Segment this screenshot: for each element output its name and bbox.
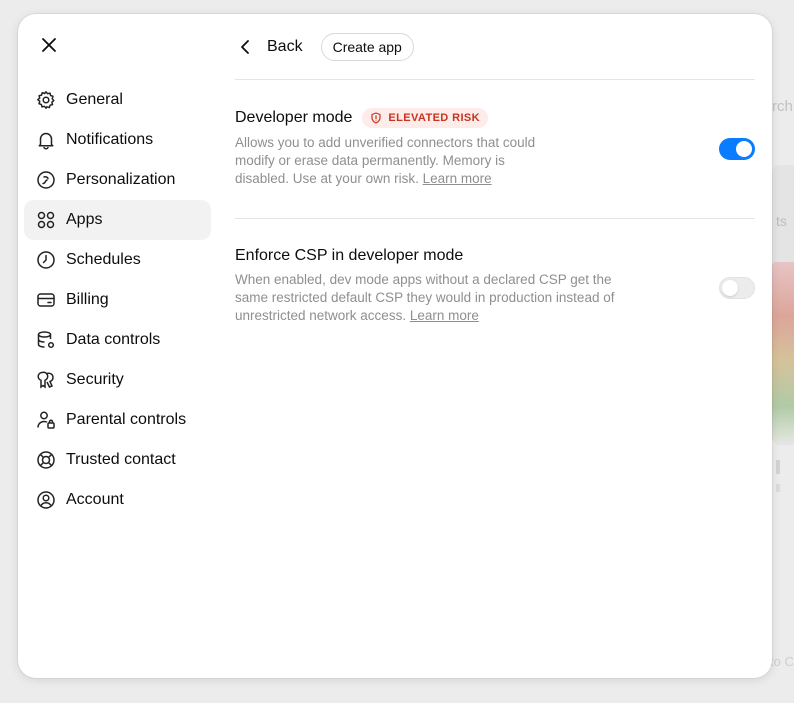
person-lock-icon [36, 410, 56, 430]
badge-label: ELEVATED RISK [388, 112, 480, 124]
sidebar-item-notifications[interactable]: Notifications [24, 120, 211, 160]
background-footer-fragment: to C [770, 654, 794, 669]
sidebar-item-label: Data controls [66, 331, 161, 348]
sidebar-item-label: Billing [66, 291, 109, 308]
setting-description: Allows you to add unverified connectors … [235, 134, 547, 188]
sidebar-item-trusted-contact[interactable]: Trusted contact [24, 440, 211, 480]
credit-card-icon [36, 290, 56, 310]
setting-title-row: Enforce CSP in developer mode [235, 247, 755, 265]
sidebar-item-security[interactable]: Security [24, 360, 211, 400]
sidebar-item-label: General [66, 91, 123, 108]
page-header: Back Create app [235, 32, 414, 62]
sidebar-item-personalization[interactable]: Personalization [24, 160, 211, 200]
toggle-knob [722, 280, 738, 296]
sidebar-item-label: Notifications [66, 131, 154, 148]
background-search-fragment: rch [772, 98, 793, 115]
background-text-line [776, 484, 780, 492]
sidebar-item-apps[interactable]: Apps [24, 200, 211, 240]
sidebar-item-schedules[interactable]: Schedules [24, 240, 211, 280]
sidebar-item-parental-controls[interactable]: Parental controls [24, 400, 211, 440]
sidebar-item-general[interactable]: General [24, 80, 211, 120]
close-button[interactable] [37, 35, 61, 59]
setting-developer-mode: Developer mode ELEVATED RISK Allows you … [235, 108, 755, 188]
background-text-line [776, 460, 780, 474]
sidebar-item-label: Security [66, 371, 124, 388]
settings-modal: General Notifications Personalization Ap… [18, 14, 772, 678]
sidebar-item-billing[interactable]: Billing [24, 280, 211, 320]
close-icon [41, 37, 57, 58]
background-artwork [772, 262, 794, 442]
learn-more-link[interactable]: Learn more [410, 308, 479, 323]
lifebuoy-icon [36, 450, 56, 470]
warning-shield-icon [370, 112, 382, 124]
sidebar-item-label: Account [66, 491, 124, 508]
sidebar-item-label: Apps [66, 211, 103, 228]
background-card-text: ts [776, 213, 787, 229]
database-gear-icon [36, 330, 56, 350]
enforce-csp-toggle[interactable] [719, 277, 755, 299]
setting-title: Enforce CSP in developer mode [235, 247, 464, 264]
header-divider [235, 79, 755, 80]
toggle-knob [736, 141, 752, 157]
settings-sidebar: General Notifications Personalization Ap… [24, 80, 211, 520]
setting-enforce-csp: Enforce CSP in developer mode When enabl… [235, 247, 755, 325]
back-button[interactable]: Back [235, 32, 303, 62]
user-circle-icon [36, 490, 56, 510]
back-label: Back [267, 38, 303, 55]
sidebar-item-label: Parental controls [66, 411, 187, 428]
sidebar-item-label: Personalization [66, 171, 176, 188]
setting-title-row: Developer mode ELEVATED RISK [235, 108, 755, 128]
personalization-icon [36, 170, 56, 190]
bell-icon [36, 130, 56, 150]
setting-description: When enabled, dev mode apps without a de… [235, 271, 615, 325]
create-app-button[interactable]: Create app [320, 33, 414, 61]
elevated-risk-badge: ELEVATED RISK [362, 108, 488, 128]
setting-title: Developer mode [235, 109, 353, 126]
sidebar-item-account[interactable]: Account [24, 480, 211, 520]
setting-divider [235, 218, 755, 219]
learn-more-link[interactable]: Learn more [423, 171, 492, 186]
sidebar-item-label: Schedules [66, 251, 141, 268]
developer-mode-toggle[interactable] [719, 138, 755, 160]
gear-icon [36, 90, 56, 110]
sidebar-item-data-controls[interactable]: Data controls [24, 320, 211, 360]
sidebar-item-label: Trusted contact [66, 451, 176, 468]
chevron-left-icon [235, 37, 255, 57]
clock-icon [36, 250, 56, 270]
security-key-icon [36, 370, 56, 390]
apps-grid-icon [36, 210, 56, 230]
